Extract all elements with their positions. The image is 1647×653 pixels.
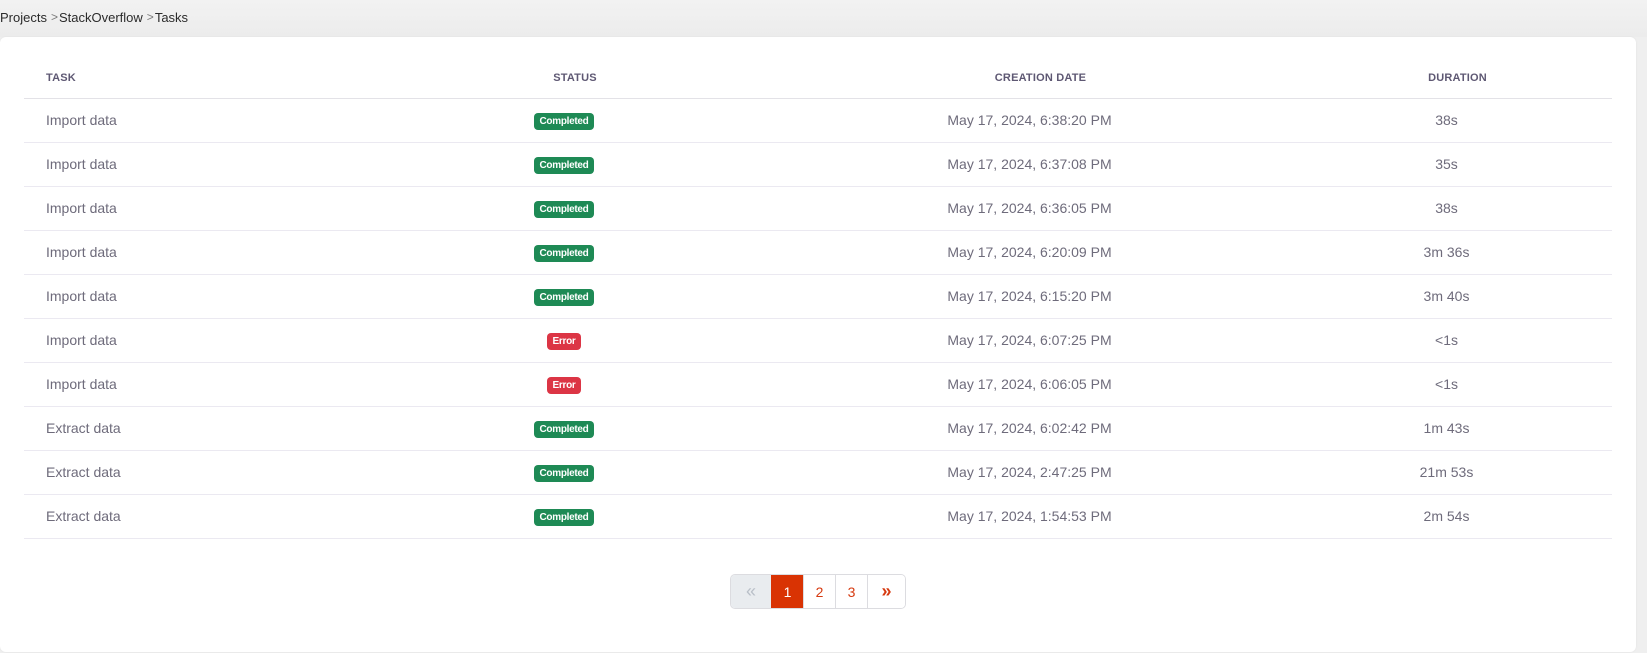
table-row[interactable]: Import data Completed May 17, 2024, 6:37:0…	[24, 142, 1612, 187]
task-name: Import data	[24, 98, 350, 143]
creation-date: May 17, 2024, 6:02:42 PM	[778, 406, 1281, 451]
table-row[interactable]: Import data Error May 17, 2024, 6:07:25 PM…	[24, 318, 1612, 363]
creation-date: May 17, 2024, 1:54:53 PM	[778, 494, 1281, 539]
task-name: Extract data	[24, 494, 350, 539]
status-cell: Completed	[350, 406, 778, 451]
creation-date: May 17, 2024, 6:20:09 PM	[778, 230, 1281, 275]
task-name: Import data	[24, 230, 350, 275]
status-badge: Error	[546, 332, 582, 350]
task-name: Import data	[24, 186, 350, 231]
status-cell: Completed	[350, 98, 778, 143]
pagination: « 1 2 3 »	[730, 574, 906, 609]
task-name: Extract data	[24, 406, 350, 451]
header-status: STATUS	[350, 37, 778, 99]
status-cell: Completed	[350, 450, 778, 495]
creation-date: May 17, 2024, 6:36:05 PM	[778, 186, 1281, 231]
creation-date: May 17, 2024, 6:37:08 PM	[778, 142, 1281, 187]
tasks-card: TASK STATUS CREATION DATE DURATION Impor…	[0, 37, 1636, 652]
task-name: Import data	[24, 318, 350, 363]
status-badge: Completed	[533, 288, 595, 306]
status-cell: Completed	[350, 494, 778, 539]
tasks-table: TASK STATUS CREATION DATE DURATION Impor…	[24, 37, 1612, 539]
table-row[interactable]: Import data Error May 17, 2024, 6:06:05 PM…	[24, 362, 1612, 407]
table-row[interactable]: Extract data Completed May 17, 2024, 2:47:…	[24, 450, 1612, 495]
status-badge: Completed	[533, 200, 595, 218]
task-name: Extract data	[24, 450, 350, 495]
chevron-right-icon: >	[50, 10, 58, 24]
duration: 35s	[1281, 142, 1612, 187]
status-cell: Completed	[350, 186, 778, 231]
breadcrumb-stackoverflow[interactable]: StackOverflow	[59, 10, 143, 25]
status-badge: Completed	[533, 508, 595, 526]
table-header-row: TASK STATUS CREATION DATE DURATION	[24, 37, 1612, 99]
page-1-button[interactable]: 1	[771, 575, 803, 608]
duration: 3m 36s	[1281, 230, 1612, 275]
status-badge: Completed	[533, 464, 595, 482]
duration: <1s	[1281, 362, 1612, 407]
breadcrumb-tasks: Tasks	[154, 9, 189, 25]
duration: 2m 54s	[1281, 494, 1612, 539]
status-cell: Completed	[350, 230, 778, 275]
table-row[interactable]: Extract data Completed May 17, 2024, 6:02:…	[24, 406, 1612, 451]
chevron-right-icon: >	[146, 10, 154, 24]
creation-date: May 17, 2024, 6:06:05 PM	[778, 362, 1281, 407]
header-creation-date: CREATION DATE	[778, 37, 1281, 99]
duration: 21m 53s	[1281, 450, 1612, 495]
page-3-button[interactable]: 3	[835, 575, 867, 608]
table-row[interactable]: Import data Completed May 17, 2024, 6:36:0…	[24, 186, 1612, 231]
status-badge: Completed	[533, 420, 595, 438]
status-cell: Error	[350, 362, 778, 407]
duration: <1s	[1281, 318, 1612, 363]
breadcrumb: Projects > StackOverflow > Tasks	[0, 8, 188, 26]
task-name: Import data	[24, 142, 350, 187]
duration: 1m 43s	[1281, 406, 1612, 451]
last-page-button[interactable]: »	[867, 575, 905, 608]
duration: 3m 40s	[1281, 274, 1612, 319]
status-badge: Completed	[533, 156, 595, 174]
header-duration: DURATION	[1281, 37, 1612, 99]
duration: 38s	[1281, 98, 1612, 143]
status-cell: Completed	[350, 274, 778, 319]
status-badge: Completed	[533, 244, 595, 262]
table-row[interactable]: Extract data Completed May 17, 2024, 1:54:…	[24, 494, 1612, 539]
creation-date: May 17, 2024, 6:15:20 PM	[778, 274, 1281, 319]
table-row[interactable]: Import data Completed May 17, 2024, 6:15:2…	[24, 274, 1612, 319]
table-row[interactable]: Import data Completed May 17, 2024, 6:38:2…	[24, 98, 1612, 143]
task-name: Import data	[24, 362, 350, 407]
creation-date: May 17, 2024, 6:38:20 PM	[778, 98, 1281, 143]
status-badge: Completed	[533, 112, 595, 130]
table-row[interactable]: Import data Completed May 17, 2024, 6:20:0…	[24, 230, 1612, 275]
first-page-button[interactable]: «	[731, 575, 771, 608]
header-task: TASK	[24, 37, 350, 99]
creation-date: May 17, 2024, 2:47:25 PM	[778, 450, 1281, 495]
status-cell: Error	[350, 318, 778, 363]
status-badge: Error	[546, 376, 582, 394]
double-chevron-right-icon: »	[881, 581, 892, 601]
duration: 38s	[1281, 186, 1612, 231]
status-cell: Completed	[350, 142, 778, 187]
breadcrumb-projects[interactable]: Projects	[0, 10, 47, 25]
double-chevron-left-icon: «	[745, 581, 756, 601]
task-name: Import data	[24, 274, 350, 319]
page-2-button[interactable]: 2	[803, 575, 835, 608]
top-bar: Projects > StackOverflow > Tasks	[0, 0, 1647, 37]
creation-date: May 17, 2024, 6:07:25 PM	[778, 318, 1281, 363]
